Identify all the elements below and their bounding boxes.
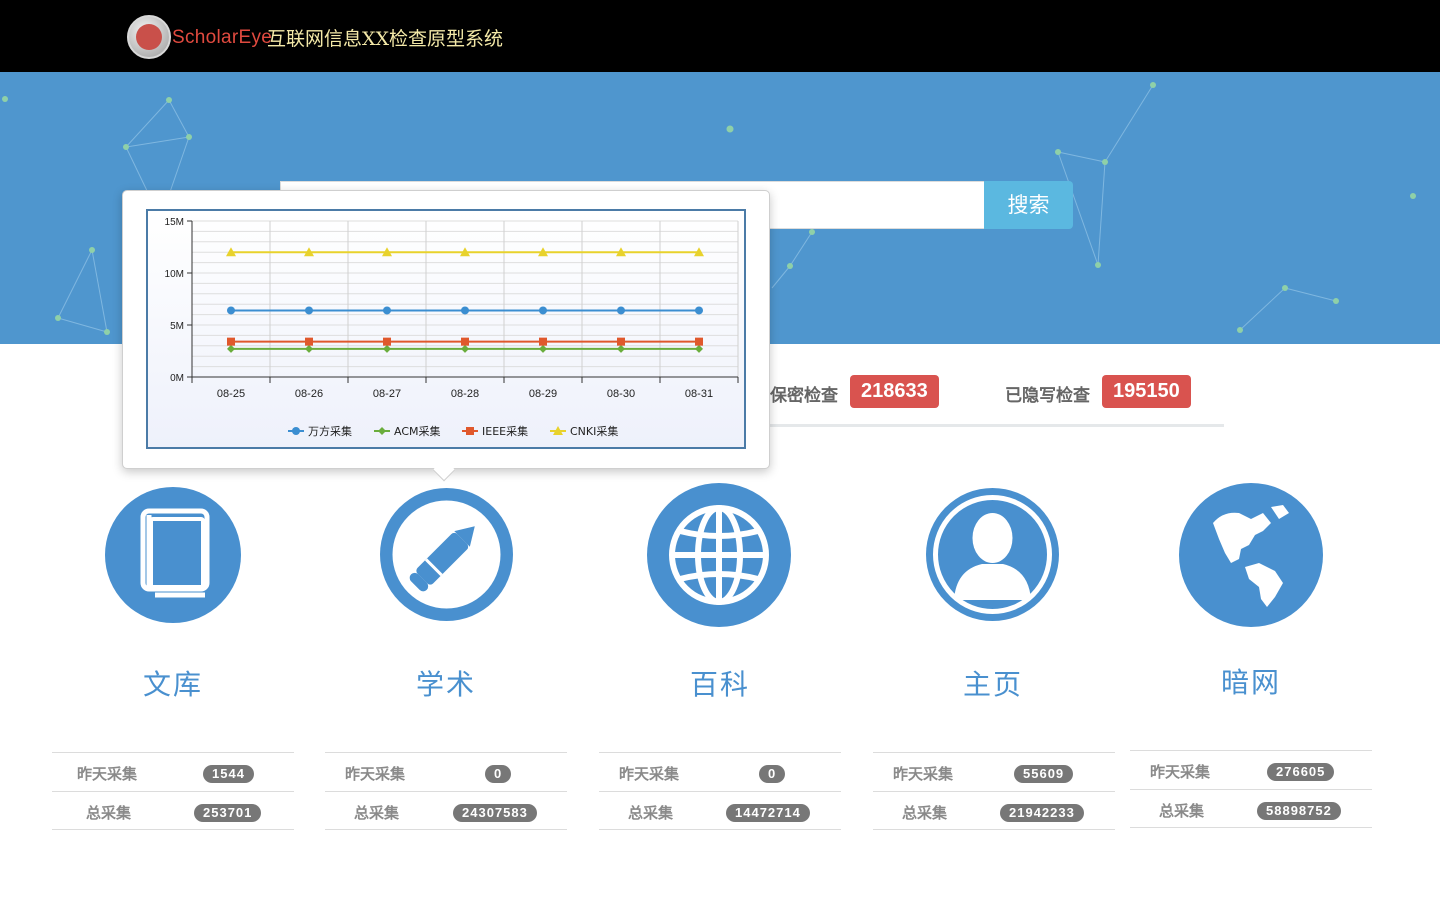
x-tick-label: 08-29 <box>529 388 557 400</box>
legend-marker <box>466 427 474 435</box>
total-value-badge: 14472714 <box>726 804 810 822</box>
x-tick-label: 08-28 <box>451 388 479 400</box>
category-stats-table: 昨天采集 0 总采集 24307583 <box>325 752 567 830</box>
logo-emblem <box>136 24 162 50</box>
stat-badge-stego-check: 195150 <box>1102 375 1191 408</box>
legend-marker <box>378 427 386 435</box>
yesterday-label: 昨天采集 <box>77 765 138 783</box>
total-label: 总采集 <box>628 804 674 822</box>
stats-row-total: 总采集 58898752 <box>1130 789 1372 828</box>
legend-label: CNKI采集 <box>570 424 618 438</box>
data-point <box>617 306 625 315</box>
data-point <box>461 337 469 346</box>
category-title[interactable]: 百科 <box>620 663 820 703</box>
x-tick-label: 08-27 <box>373 388 401 400</box>
stats-row-yesterday: 昨天采集 0 <box>599 752 841 791</box>
stats-row-yesterday: 昨天采集 276605 <box>1130 750 1372 789</box>
stats-row-yesterday: 昨天采集 0 <box>325 752 567 791</box>
total-label: 总采集 <box>354 804 400 822</box>
yesterday-label: 昨天采集 <box>619 765 680 783</box>
data-point <box>461 306 469 315</box>
category-stats-table: 昨天采集 0 总采集 14472714 <box>599 752 841 830</box>
top-navbar: ScholarEye 互联网信息XX检查原型系统 <box>0 0 1440 72</box>
stats-row-yesterday: 昨天采集 55609 <box>873 752 1115 791</box>
y-tick-label: 0M <box>170 373 184 384</box>
stats-row-total: 总采集 14472714 <box>599 791 841 830</box>
collection-line-chart: 0M 5M 10M 15M 08-25 08-26 08-27 08-28 08-29 08-30… <box>146 209 746 449</box>
data-point <box>227 306 235 315</box>
total-value-badge: 24307583 <box>453 804 537 822</box>
yesterday-value-badge: 0 <box>485 765 512 783</box>
data-point <box>695 306 703 315</box>
yesterday-value-badge: 1544 <box>203 765 254 783</box>
yesterday-label: 昨天采集 <box>893 765 954 783</box>
category-stats-table: 昨天采集 1544 总采集 253701 <box>52 752 294 830</box>
system-title: 互联网信息XX检查原型系统 <box>267 28 504 50</box>
data-point <box>383 337 391 346</box>
total-label: 总采集 <box>1159 802 1205 820</box>
category-title[interactable]: 学术 <box>346 663 546 703</box>
brand-name[interactable]: ScholarEye <box>172 27 272 49</box>
data-point <box>617 337 625 346</box>
x-tick-label: 08-25 <box>217 388 245 400</box>
yesterday-value-badge: 0 <box>759 765 786 783</box>
y-tick-label: 15M <box>165 217 184 228</box>
stats-divider <box>770 424 1224 427</box>
legend-marker <box>292 427 300 435</box>
data-point <box>695 337 703 346</box>
data-point <box>305 337 313 346</box>
x-tick-label: 08-26 <box>295 388 323 400</box>
x-tick-label: 08-30 <box>607 388 635 400</box>
category-stats-table: 昨天采集 276605 总采集 58898752 <box>1130 750 1372 828</box>
book-icon[interactable] <box>105 487 241 623</box>
stats-row-total: 总采集 24307583 <box>325 791 567 830</box>
legend-label: IEEE采集 <box>482 424 528 438</box>
search-button[interactable]: 搜索 <box>984 181 1073 229</box>
y-tick-label: 10M <box>165 269 184 280</box>
stats-row-total: 总采集 253701 <box>52 791 294 830</box>
y-tick-label: 5M <box>170 321 184 332</box>
data-point <box>539 337 547 346</box>
category-title[interactable]: 暗网 <box>1151 661 1351 701</box>
category-stats-table: 昨天采集 55609 总采集 21942233 <box>873 752 1115 830</box>
x-tick-label: 08-31 <box>685 388 713 400</box>
total-value-badge: 58898752 <box>1257 802 1341 820</box>
total-label: 总采集 <box>902 804 948 822</box>
total-label: 总采集 <box>86 804 132 822</box>
yesterday-value-badge: 276605 <box>1267 763 1335 781</box>
yesterday-value-badge: 55609 <box>1014 765 1074 783</box>
data-point <box>539 306 547 315</box>
stats-row-yesterday: 昨天采集 1544 <box>52 752 294 791</box>
stat-label-secrecy-check: 保密检查 <box>770 386 838 406</box>
stat-label-stego-check: 已隐写检查 <box>1005 386 1090 406</box>
user-icon[interactable] <box>926 488 1059 621</box>
data-point <box>383 306 391 315</box>
data-point <box>305 306 313 315</box>
category-title[interactable]: 文库 <box>73 663 273 703</box>
world-map-icon[interactable] <box>1179 483 1323 627</box>
yesterday-label: 昨天采集 <box>345 765 406 783</box>
globe-icon[interactable] <box>647 483 791 627</box>
pencil-icon[interactable] <box>380 488 513 621</box>
category-title[interactable]: 主页 <box>893 663 1093 703</box>
total-value-badge: 21942233 <box>1000 804 1084 822</box>
logo-icon[interactable] <box>127 15 171 59</box>
stats-row-total: 总采集 21942233 <box>873 791 1115 830</box>
total-value-badge: 253701 <box>194 804 262 822</box>
data-point <box>227 337 235 346</box>
legend-label: 万方采集 <box>308 424 352 438</box>
legend-label: ACM采集 <box>394 424 441 438</box>
stat-badge-secrecy-check: 218633 <box>850 375 939 408</box>
yesterday-label: 昨天采集 <box>1150 763 1211 781</box>
